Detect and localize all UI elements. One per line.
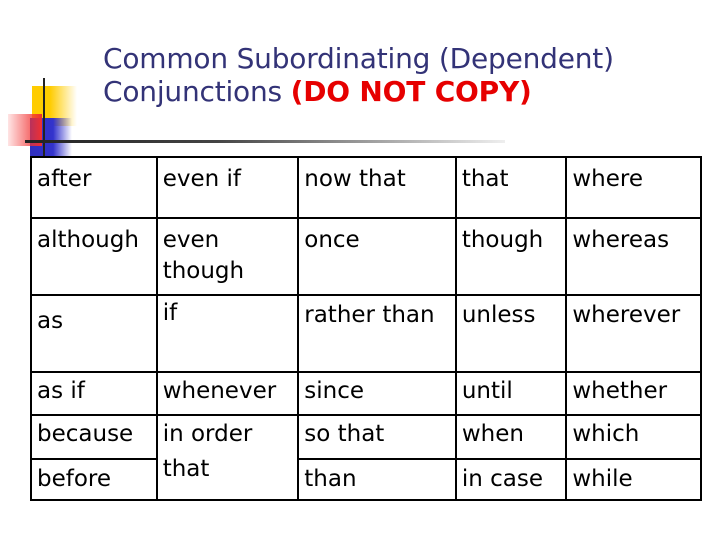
table-cell: so that — [297, 414, 457, 460]
table-cell: in case — [454, 458, 568, 501]
table-cell: once — [297, 217, 457, 296]
table-cell: if — [155, 294, 300, 373]
table-cell: rather than — [297, 294, 457, 373]
table-cell: than — [297, 458, 457, 501]
table-row: before than in case while — [30, 458, 702, 501]
table-cell-text: in order — [162, 421, 253, 447]
table-cell: unless — [454, 294, 568, 373]
table-cell: because — [30, 414, 158, 460]
table-cell: whenever — [155, 371, 300, 416]
table-row: as if rather than unless wherever — [30, 294, 702, 373]
table-cell: whether — [565, 371, 702, 416]
table-cell: until — [454, 371, 568, 416]
table-cell: since — [297, 371, 457, 416]
title-underline — [25, 140, 505, 143]
table-cell: where — [565, 156, 702, 219]
table-cell: as if — [30, 371, 158, 416]
table-cell: now that — [297, 156, 457, 219]
decorative-vertical-line — [43, 78, 45, 156]
table-cell-merged: in order that — [155, 414, 300, 501]
table-cell: although — [30, 217, 158, 296]
conjunctions-table: after even if now that that where althou… — [30, 156, 702, 501]
table-cell: though — [454, 217, 568, 296]
table-cell-text: even though — [162, 227, 245, 284]
table-cell: which — [565, 414, 702, 460]
table-cell: even though — [155, 217, 300, 296]
table-cell: after — [30, 156, 158, 219]
table-cell: when — [454, 414, 568, 460]
slide-title: Common Subordinating (Dependent) Conjunc… — [103, 42, 614, 108]
title-line-2: Conjunctions (DO NOT COPY) — [103, 75, 614, 108]
table-cell: as — [30, 294, 158, 373]
table-cell: wherever — [565, 294, 702, 373]
table-row: as if whenever since until whether — [30, 371, 702, 416]
table-cell: while — [565, 458, 702, 501]
title-line-2-text: Conjunctions — [103, 75, 291, 108]
table-row: after even if now that that where — [30, 156, 702, 219]
title-line-1: Common Subordinating (Dependent) — [103, 42, 614, 75]
table-cell: that — [454, 156, 568, 219]
table-row: because in order that so that when which — [30, 414, 702, 501]
table-cell: whereas — [565, 217, 702, 296]
table-row: although even though once though whereas — [30, 217, 702, 296]
table-cell: before — [30, 458, 158, 501]
do-not-copy-warning: (DO NOT COPY) — [290, 75, 532, 108]
table-cell-text: that — [162, 456, 210, 482]
table-cell: even if — [155, 156, 300, 219]
